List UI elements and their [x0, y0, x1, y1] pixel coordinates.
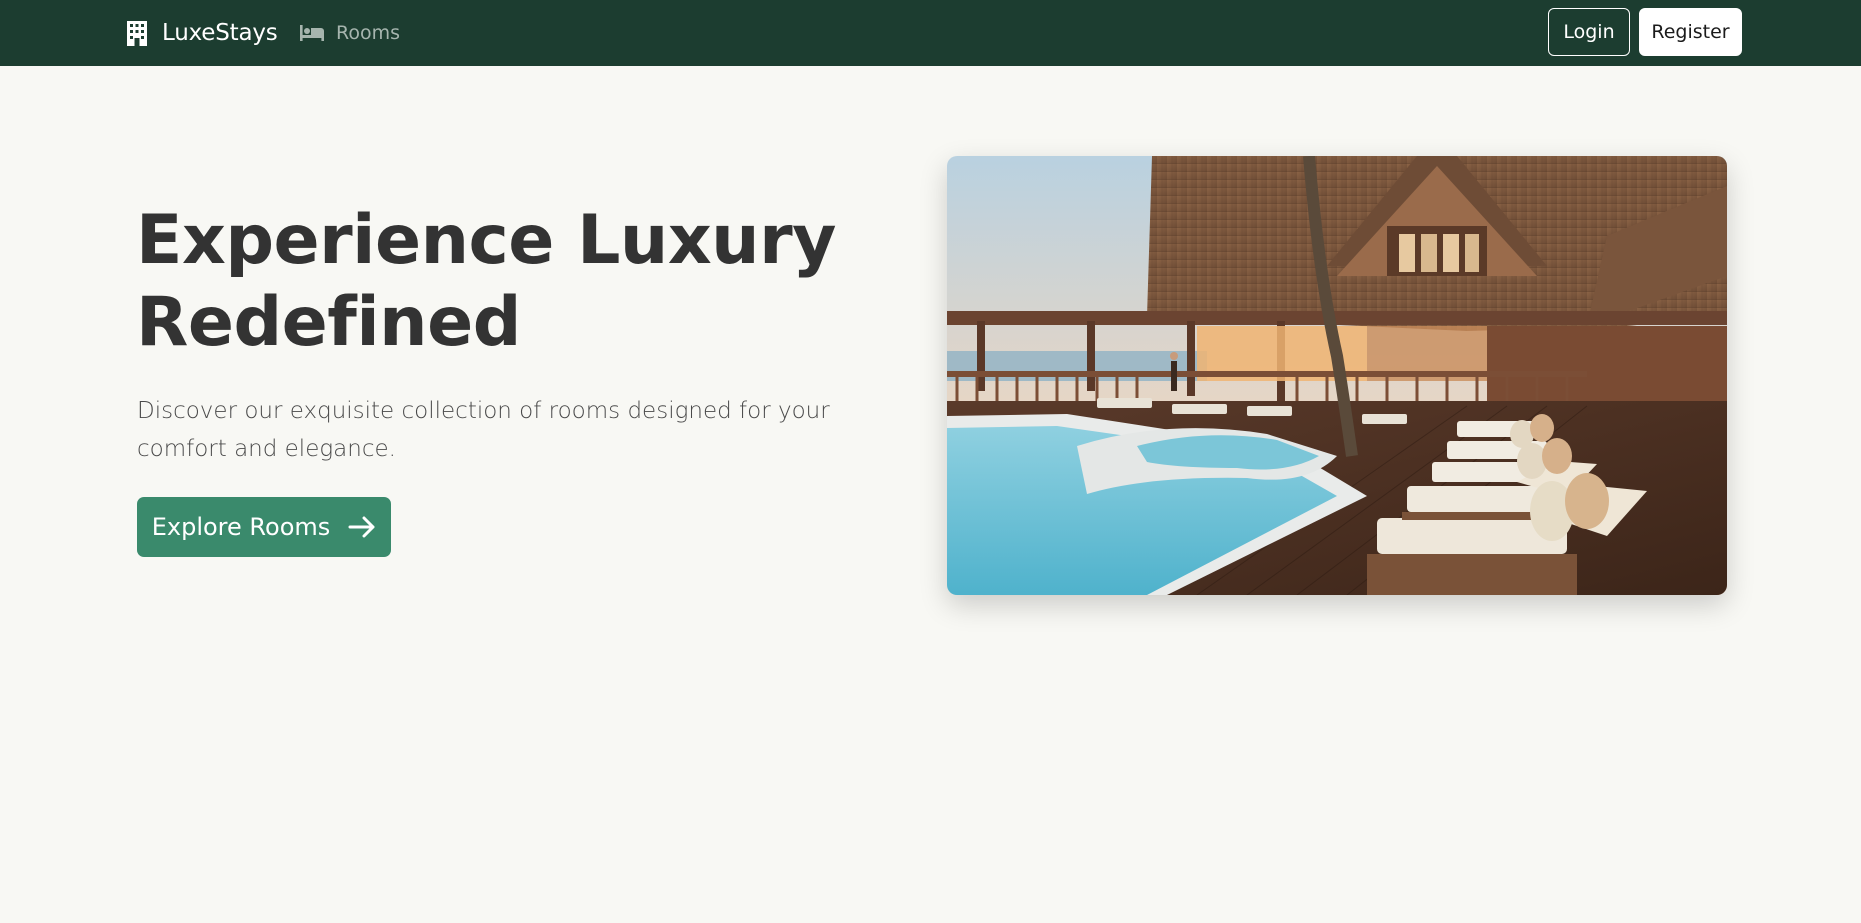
hero-subtitle: Discover our exquisite collection of roo…	[137, 398, 830, 462]
hotel-building-icon	[126, 19, 148, 47]
arrow-right-icon	[348, 516, 376, 538]
login-button[interactable]: Login	[1548, 8, 1630, 56]
hero-title-line1: Experience Luxury	[136, 201, 836, 280]
brand-name: LuxeStays	[162, 20, 278, 46]
nav-rooms-label: Rooms	[336, 22, 401, 44]
explore-rooms-label: Explore Rooms	[151, 513, 331, 541]
explore-rooms-button[interactable]: Explore Rooms	[137, 497, 391, 557]
resort-pool-photo	[947, 156, 1727, 595]
nav-link-rooms[interactable]: Rooms	[300, 18, 400, 48]
bed-icon	[300, 24, 324, 42]
hero-title-line2: Redefined	[136, 283, 521, 362]
brand-link[interactable]: LuxeStays	[126, 16, 278, 50]
register-button[interactable]: Register	[1639, 8, 1742, 56]
top-navbar: LuxeStays Rooms Login Register	[0, 0, 1861, 66]
hero-title: Experience Luxury Redefined	[136, 200, 896, 364]
